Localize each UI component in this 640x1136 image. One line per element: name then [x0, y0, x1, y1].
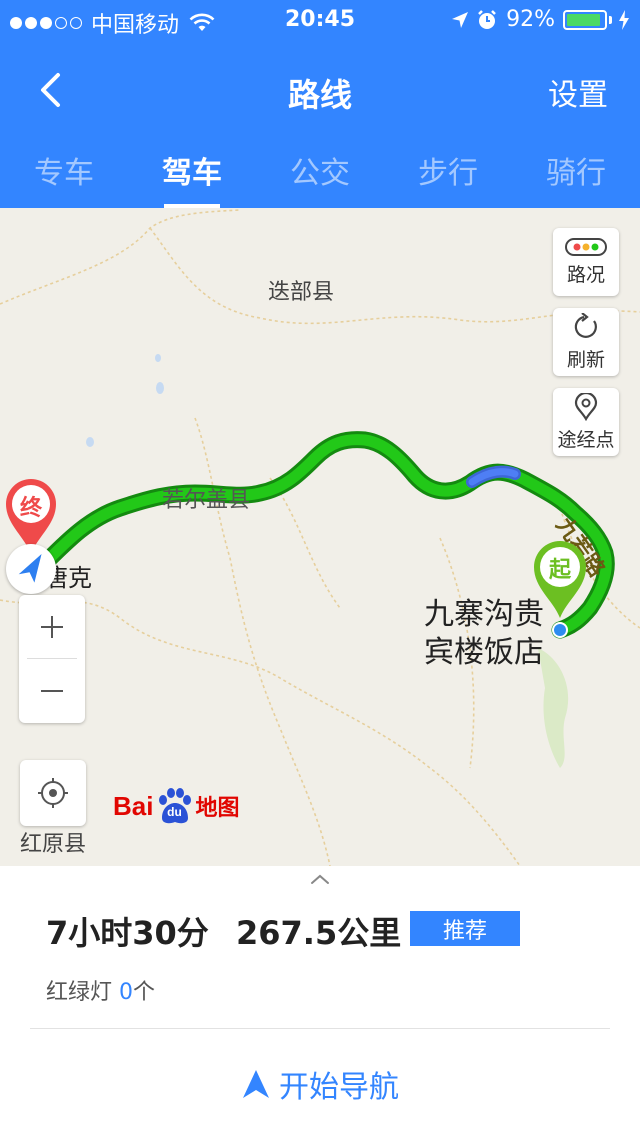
- alarm-clock-icon: [478, 9, 496, 29]
- refresh-icon: [574, 312, 597, 338]
- navigation-bar: 路线 设置: [0, 40, 640, 140]
- status-right: 92%: [444, 7, 630, 32]
- tab-bike[interactable]: 骑行: [512, 140, 640, 208]
- tab-walk[interactable]: 步行: [384, 140, 512, 208]
- back-button[interactable]: [30, 70, 70, 110]
- navigation-arrow-icon: [243, 1070, 269, 1098]
- logo-paw: du: [153, 786, 193, 826]
- map-label-diebu: 迭部县: [268, 280, 335, 305]
- start-navigation-button[interactable]: 开始导航: [0, 1062, 640, 1106]
- map-canvas: [0, 209, 640, 866]
- top-header: 中国移动 20:45 92% 路线 设置 专车 驾车 公交 步行 骑行: [0, 0, 640, 208]
- start-navigation-label: 开始导航: [279, 1070, 399, 1105]
- traffic-light-icon: [565, 237, 607, 256]
- chevron-left-icon: [41, 73, 60, 107]
- battery-percent: 92%: [506, 7, 555, 32]
- traffic-lights-count: 0: [119, 980, 134, 1005]
- battery-fill: [567, 13, 601, 26]
- minus-icon: [41, 690, 63, 692]
- tab-premium-car[interactable]: 专车: [0, 140, 128, 208]
- traffic-lights-unit: 个: [133, 980, 156, 1005]
- locate-me-button[interactable]: [20, 760, 86, 826]
- crosshair-icon: [38, 778, 68, 808]
- traffic-label: 路况: [566, 263, 605, 286]
- status-bar: 中国移动 20:45 92%: [0, 0, 640, 40]
- map-label-ruoergai: 若尔盖县: [162, 488, 251, 513]
- traffic-button[interactable]: 路况: [553, 228, 619, 296]
- map-label-hongyuan: 红原县: [20, 832, 87, 857]
- traffic-lights-label: 红绿灯: [46, 980, 113, 1005]
- logo-ditu: 地图: [195, 796, 240, 821]
- logo-du: du: [167, 805, 182, 819]
- zoom-out-button[interactable]: [19, 659, 85, 723]
- tab-transit[interactable]: 公交: [256, 140, 384, 208]
- waypoint-pin-icon: [574, 392, 598, 421]
- chevron-up-icon[interactable]: [308, 872, 332, 886]
- hotel-name-line1: 九寨沟贵: [424, 597, 544, 632]
- refresh-button[interactable]: 刷新: [553, 308, 619, 376]
- location-arrow-icon: [452, 11, 469, 28]
- panel-divider: [30, 1028, 610, 1029]
- start-marker[interactable]: 起: [530, 538, 590, 620]
- route-summary-panel: 7小时30分 267.5公里 推荐 红绿灯 0个 开始导航: [0, 866, 640, 1136]
- waypoint-label: 途经点: [557, 428, 615, 451]
- hotel-name-line2: 宾楼饭店: [424, 635, 544, 670]
- route-distance: 267.5公里: [236, 914, 402, 952]
- traffic-lights-info: 红绿灯 0个: [46, 974, 155, 1006]
- route-duration: 7小时30分: [46, 914, 209, 952]
- zoom-in-button[interactable]: [19, 595, 85, 659]
- logo-bai: Bai: [113, 790, 154, 821]
- baidu-map-logo: Bai du 地图: [113, 786, 239, 826]
- charging-bolt-icon: [619, 9, 629, 30]
- zoom-divider: [27, 658, 77, 659]
- settings-button[interactable]: 设置: [548, 70, 608, 114]
- my-location-marker: [6, 544, 56, 594]
- map-view[interactable]: 迭部县 若尔盖县 唐克 红原县 九寨沟贵 宾楼饭店 九若路 终 起 路况 刷新 …: [0, 208, 640, 866]
- map-label-hotel: 九寨沟贵 宾楼饭店: [424, 596, 544, 672]
- transport-mode-tabs: 专车 驾车 公交 步行 骑行: [0, 140, 640, 208]
- plus-icon: [41, 616, 63, 638]
- location-heading-icon: [18, 553, 42, 583]
- start-marker-label: 起: [548, 558, 571, 583]
- waypoint-button[interactable]: 途经点: [553, 388, 619, 456]
- zoom-control: [19, 595, 85, 723]
- refresh-label: 刷新: [566, 348, 605, 371]
- page-title: 路线: [287, 76, 352, 114]
- battery-cap: [609, 15, 612, 24]
- tab-drive[interactable]: 驾车: [128, 140, 256, 208]
- end-marker-label: 终: [19, 496, 42, 521]
- recommended-badge: 推荐: [410, 911, 520, 946]
- battery-icon: [563, 9, 607, 30]
- lakes: [86, 354, 164, 447]
